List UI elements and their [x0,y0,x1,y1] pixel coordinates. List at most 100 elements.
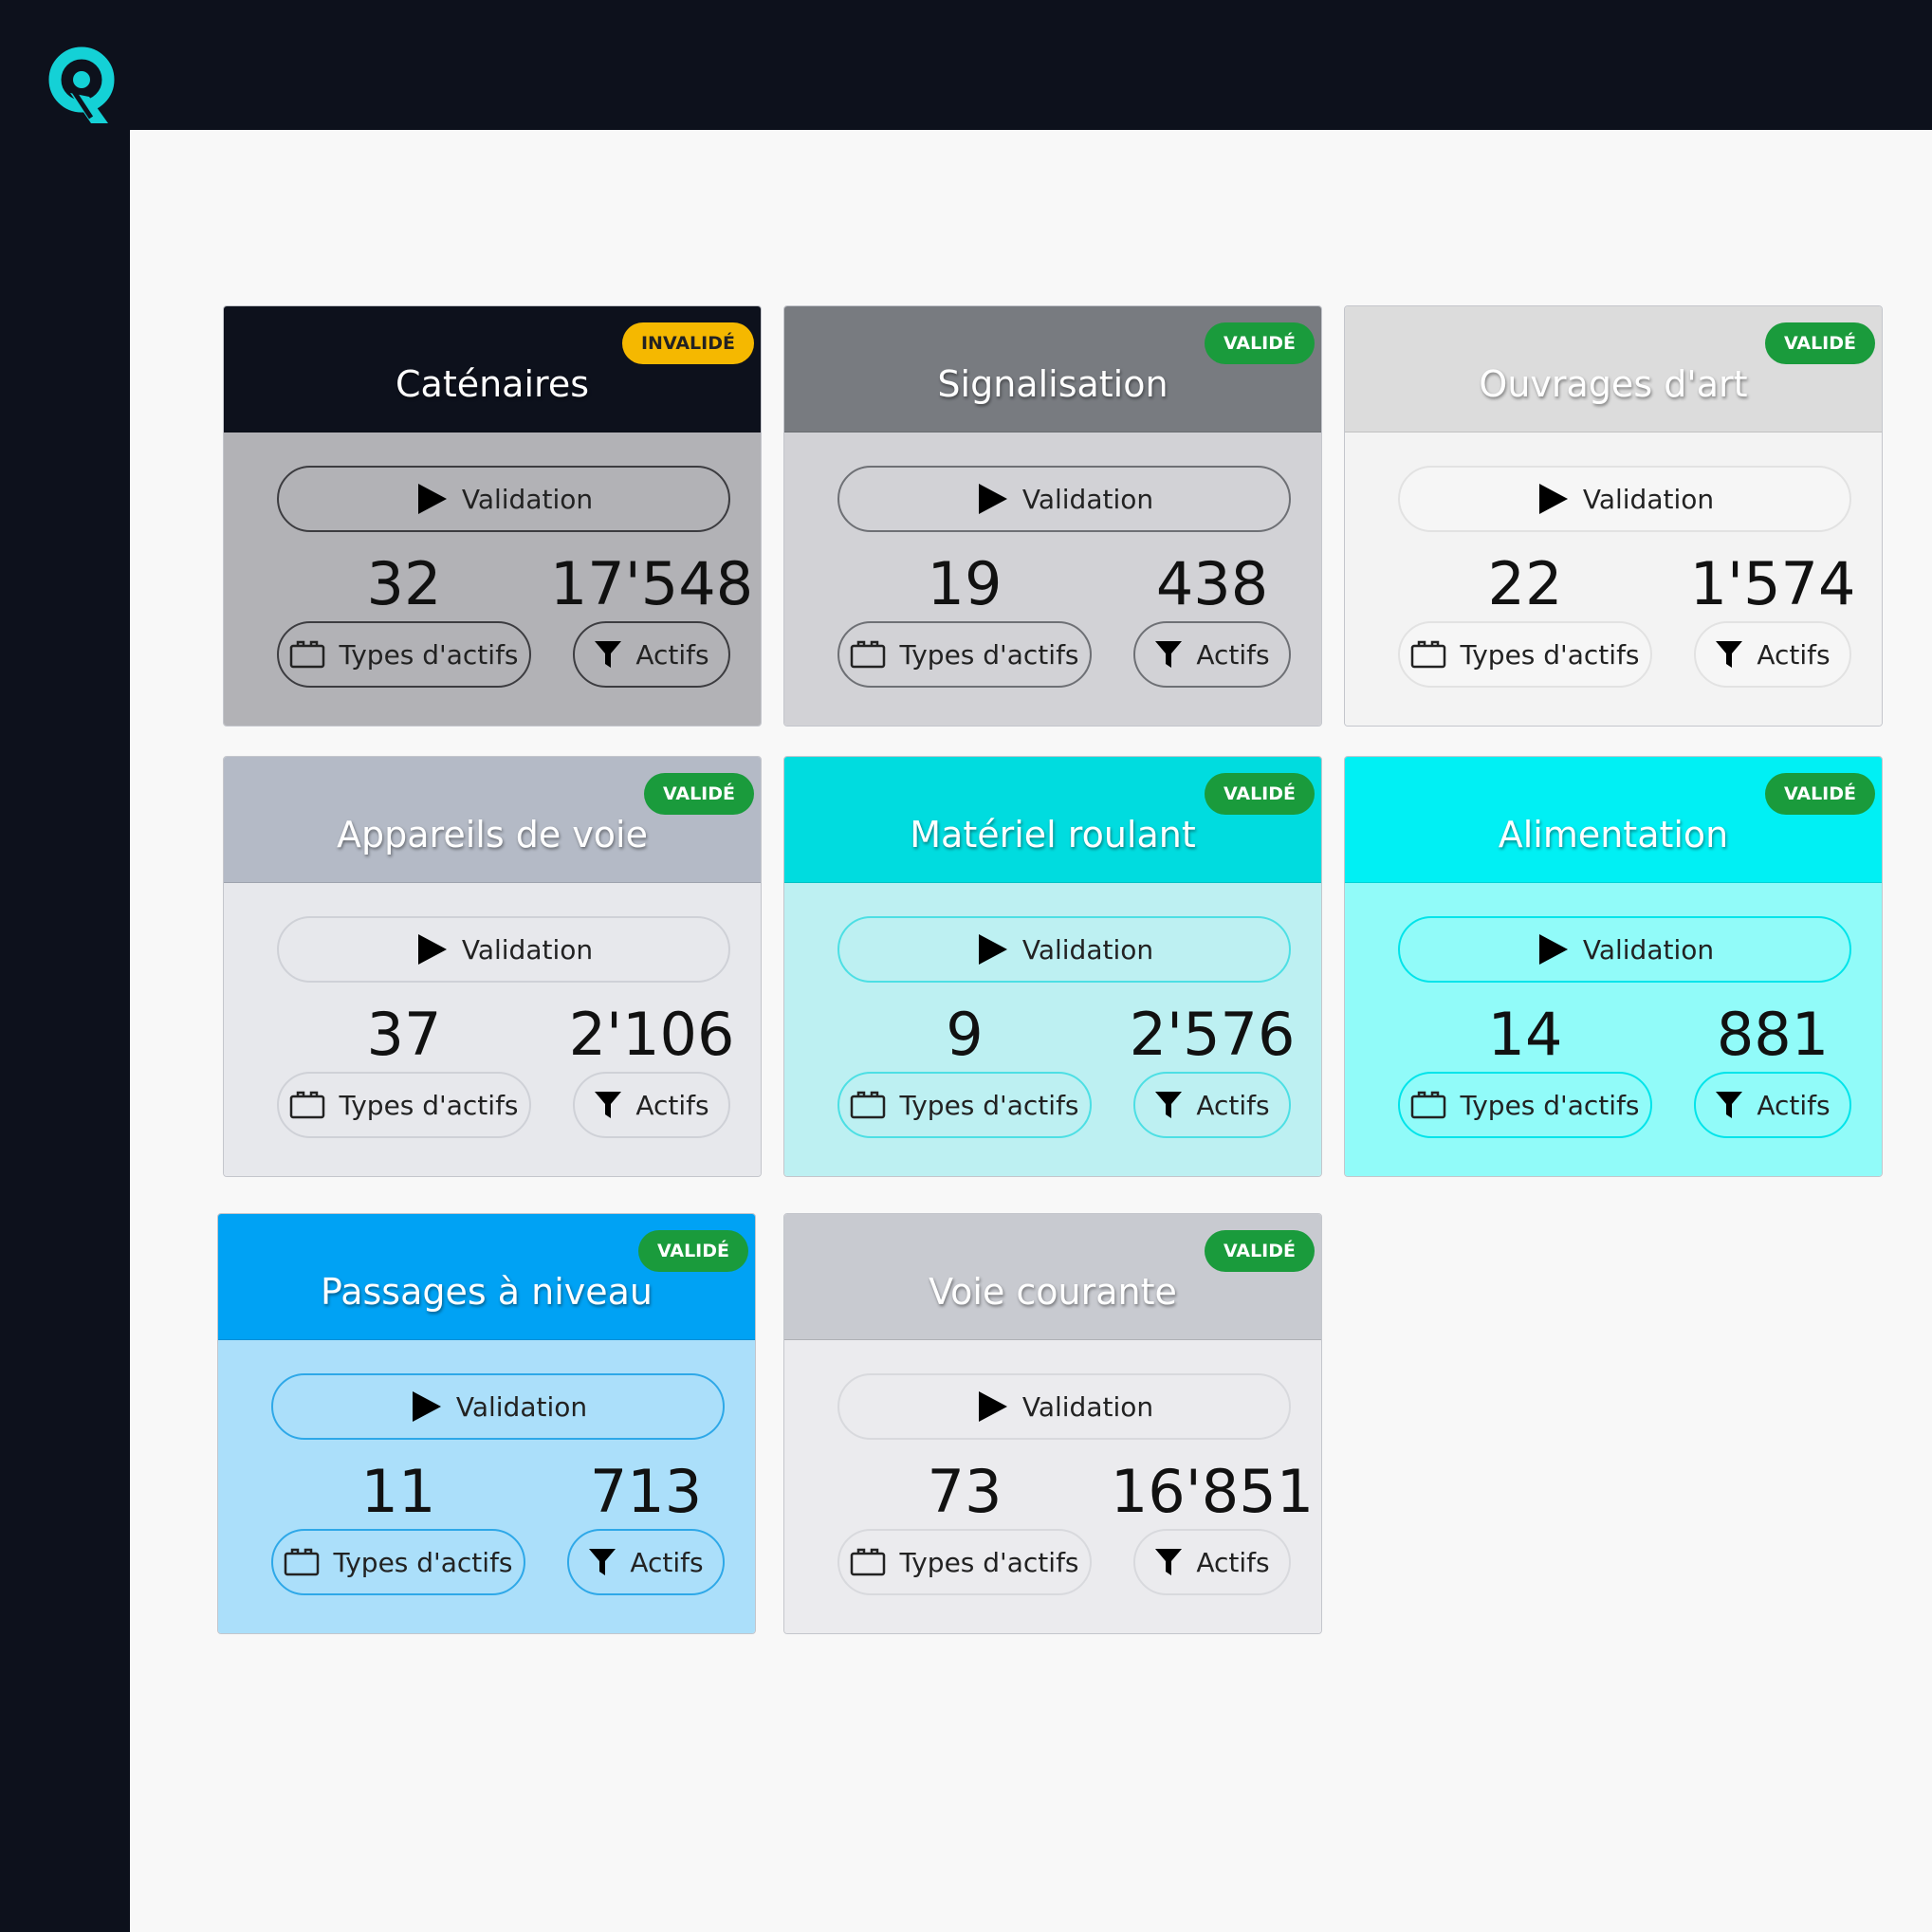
status-badge: VALIDÉ [1764,322,1875,364]
validation-button[interactable]: Validation [837,466,1291,532]
assets-button-label: Actifs [1196,638,1270,671]
asset-types-button[interactable]: Types d'actifs [837,1072,1092,1138]
play-icon [978,484,1007,514]
card-header: VALIDÉ Ouvrages d'art [1345,306,1882,432]
play-icon [1538,484,1568,514]
card-header: VALIDÉ Voie courante [784,1214,1321,1340]
status-badge: VALIDÉ [637,1230,748,1272]
validation-button-label: Validation [1021,483,1154,515]
filter-icon [1155,1092,1183,1118]
asset-types-button-label: Types d'actifs [333,1546,513,1578]
card-header: INVALIDÉ Caténaires [224,306,761,432]
card-body: Validation 73 16'851 Types d'actifs Acti… [784,1340,1321,1633]
assets-button-label: Actifs [1757,638,1831,671]
validation-button[interactable]: Validation [277,466,730,532]
asset-types-button-label: Types d'actifs [339,638,519,671]
asset-types-count: 19 [927,549,1003,618]
assets-button-label: Actifs [635,1089,709,1121]
asset-types-count: 22 [1487,549,1563,618]
assets-count: 713 [589,1457,703,1526]
asset-types-count: 37 [366,1000,442,1069]
assets-count: 17'548 [549,549,754,618]
status-badge: VALIDÉ [1764,773,1875,815]
asset-types-button[interactable]: Types d'actifs [837,1529,1092,1595]
asset-types-button[interactable]: Types d'actifs [837,621,1092,688]
validation-button[interactable]: Validation [277,916,730,983]
validation-button-label: Validation [1582,483,1715,515]
assets-count: 16'851 [1110,1457,1315,1526]
assets-button-label: Actifs [630,1546,704,1578]
briefcase-icon [290,640,325,669]
assets-button-label: Actifs [1196,1546,1270,1578]
domain-card: VALIDÉ Alimentation Validation 14 881 Ty… [1344,756,1883,1177]
asset-types-count: 32 [366,549,442,618]
card-title: Matériel roulant [910,814,1196,856]
briefcase-icon [1411,1091,1446,1119]
assets-button[interactable]: Actifs [1694,621,1851,688]
assets-button[interactable]: Actifs [573,621,730,688]
asset-types-button[interactable]: Types d'actifs [271,1529,525,1595]
filter-icon [589,1549,616,1575]
filter-icon [1155,641,1183,668]
play-icon [978,934,1007,965]
card-body: Validation 11 713 Types d'actifs Actifs [218,1340,755,1633]
validation-button-label: Validation [1021,933,1154,966]
domain-card: VALIDÉ Ouvrages d'art Validation 22 1'57… [1344,305,1883,727]
assets-count: 2'576 [1129,1000,1296,1069]
domain-card: VALIDÉ Matériel roulant Validation 9 2'5… [783,756,1322,1177]
status-badge: INVALIDÉ [621,322,754,364]
assets-button[interactable]: Actifs [1694,1072,1851,1138]
assets-button[interactable]: Actifs [567,1529,725,1595]
card-body: Validation 9 2'576 Types d'actifs Actifs [784,883,1321,1176]
assets-button[interactable]: Actifs [1133,1529,1291,1595]
card-title: Appareils de voie [337,814,648,856]
card-header: VALIDÉ Matériel roulant [784,757,1321,883]
assets-button[interactable]: Actifs [1133,1072,1291,1138]
asset-types-button[interactable]: Types d'actifs [1398,621,1652,688]
briefcase-icon [851,1091,886,1119]
domain-card: VALIDÉ Signalisation Validation 19 438 T… [783,305,1322,727]
validation-button-label: Validation [1582,933,1715,966]
validation-button[interactable]: Validation [1398,916,1851,983]
asset-types-button[interactable]: Types d'actifs [277,1072,531,1138]
briefcase-icon [851,640,886,669]
asset-types-button-label: Types d'actifs [899,638,1079,671]
assets-count: 1'574 [1689,549,1856,618]
card-title: Ouvrages d'art [1479,363,1748,405]
assets-count: 438 [1155,549,1269,618]
play-icon [417,934,447,965]
validation-button-label: Validation [461,483,594,515]
assets-button[interactable]: Actifs [1133,621,1291,688]
assets-button-label: Actifs [635,638,709,671]
assets-button-label: Actifs [1757,1089,1831,1121]
card-title: Passages à niveau [321,1271,653,1313]
domain-card: VALIDÉ Passages à niveau Validation 11 7… [217,1213,756,1634]
validation-button[interactable]: Validation [1398,466,1851,532]
validation-button[interactable]: Validation [271,1373,725,1440]
validation-button[interactable]: Validation [837,1373,1291,1440]
sidebar [0,0,130,1932]
assets-button[interactable]: Actifs [573,1072,730,1138]
asset-types-count: 73 [927,1457,1003,1526]
card-header: VALIDÉ Passages à niveau [218,1214,755,1340]
card-header: VALIDÉ Signalisation [784,306,1321,432]
card-body: Validation 19 438 Types d'actifs Actifs [784,432,1321,726]
play-icon [412,1391,441,1422]
briefcase-icon [285,1548,320,1576]
assets-count: 2'106 [568,1000,735,1069]
status-badge: VALIDÉ [1204,1230,1315,1272]
assets-button-label: Actifs [1196,1089,1270,1121]
top-bar [0,0,1932,130]
status-badge: VALIDÉ [1204,322,1315,364]
validation-button-label: Validation [455,1390,588,1423]
card-title: Voie courante [929,1271,1177,1313]
filter-icon [1716,1092,1743,1118]
asset-types-button[interactable]: Types d'actifs [1398,1072,1652,1138]
asset-types-button-label: Types d'actifs [899,1546,1079,1578]
filter-icon [1716,641,1743,668]
card-body: Validation 22 1'574 Types d'actifs Actif… [1345,432,1882,726]
validation-button-label: Validation [461,933,594,966]
validation-button[interactable]: Validation [837,916,1291,983]
asset-types-button[interactable]: Types d'actifs [277,621,531,688]
app-logo-icon[interactable] [42,44,121,123]
